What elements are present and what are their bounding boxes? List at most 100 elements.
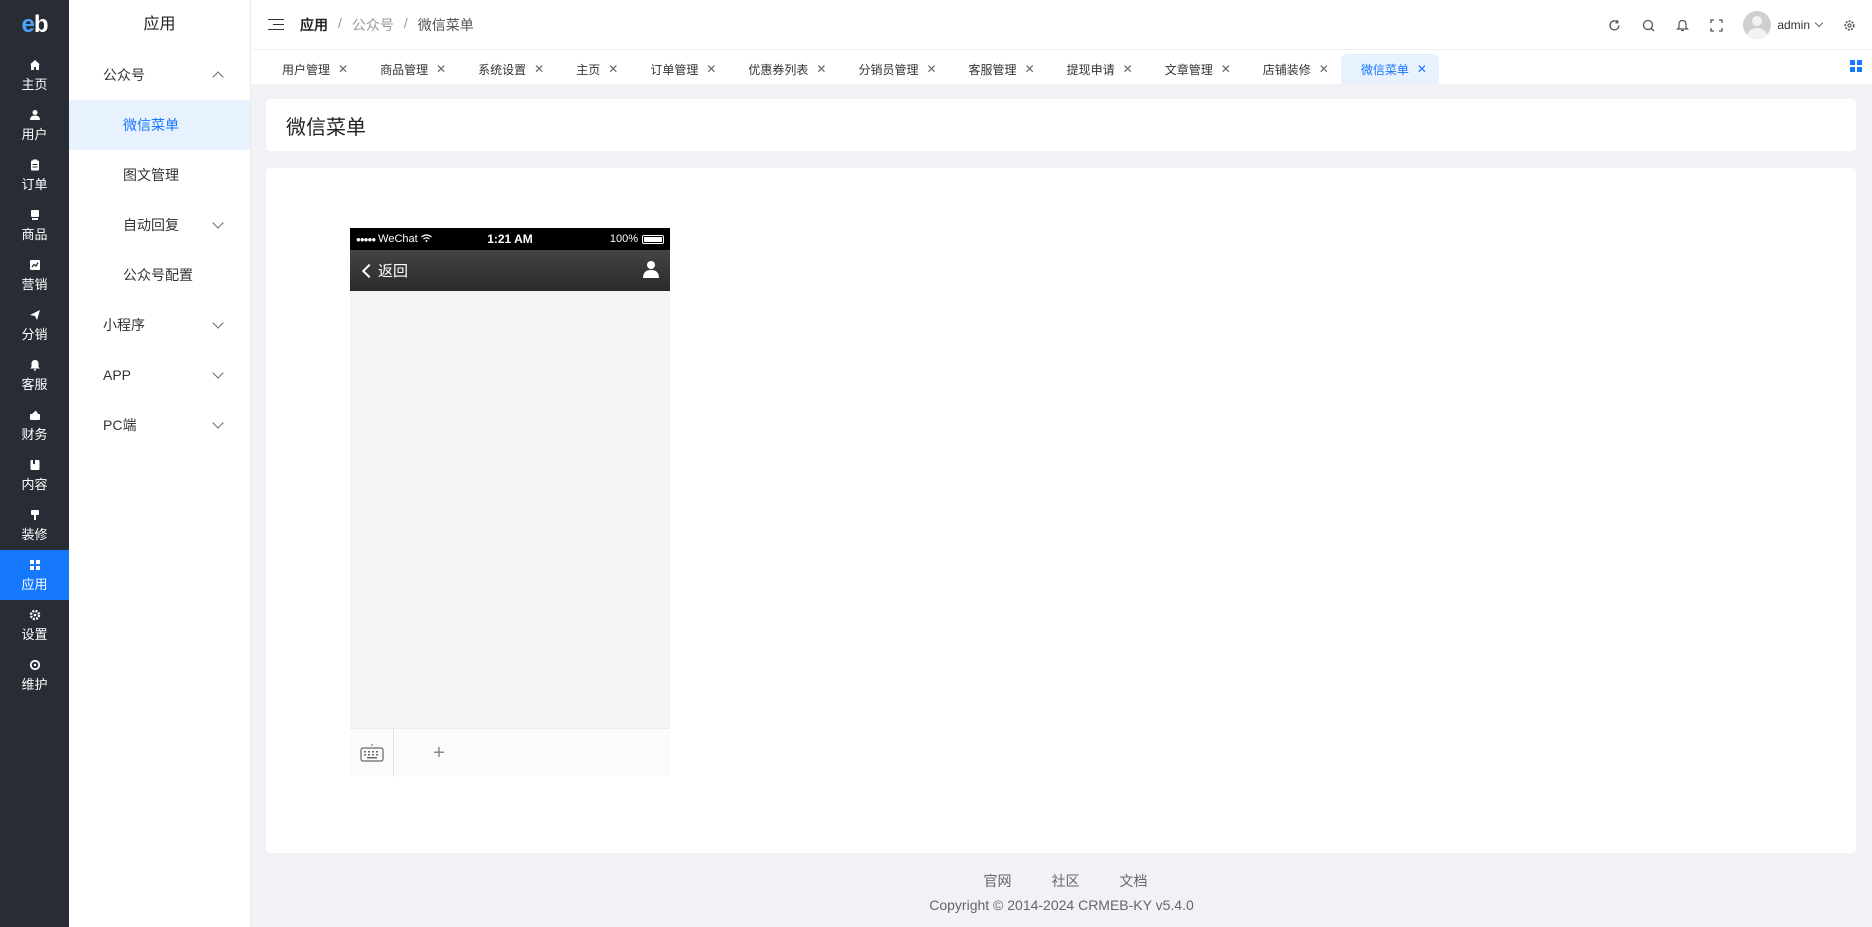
rail-item-finance[interactable]: 财务	[0, 400, 69, 450]
tab-service-management[interactable]: 客服管理 ✕	[949, 54, 1047, 84]
sidebar-item-account-config[interactable]: 公众号配置	[69, 250, 250, 300]
breadcrumb-item: 微信菜单	[417, 16, 474, 33]
sidebar-group-app[interactable]: APP	[69, 350, 250, 400]
settings-gear-icon[interactable]	[1842, 18, 1856, 32]
decorate-icon	[28, 508, 42, 522]
footer-link-docs[interactable]: 文档	[1120, 871, 1148, 891]
rail-label: 应用	[21, 576, 48, 592]
close-icon[interactable]: ✕	[1025, 62, 1035, 76]
footer-link-community[interactable]: 社区	[1052, 871, 1080, 891]
rail-label: 分销	[21, 326, 48, 342]
sidebar-group-label: 小程序	[103, 317, 145, 333]
close-icon[interactable]: ✕	[1123, 62, 1133, 76]
sidebar-item-label: 微信菜单	[123, 117, 179, 133]
chevron-down-icon	[1814, 18, 1824, 28]
rail-label: 维护	[21, 676, 48, 692]
sidebar-group-label: 公众号	[103, 67, 145, 83]
search-icon[interactable]	[1641, 18, 1655, 32]
header-actions: admin	[1607, 0, 1856, 50]
tab-label: 商品管理	[380, 62, 429, 77]
chevron-up-icon	[212, 71, 224, 83]
tab-system-settings[interactable]: 系统设置 ✕	[458, 54, 556, 84]
close-icon[interactable]: ✕	[534, 62, 544, 76]
phone-preview: ●●●●● WeChat 1:21 AM 100% 返回 +	[350, 228, 670, 777]
sidebar-item-auto-reply[interactable]: 自动回复	[69, 200, 250, 250]
sidebar-group-official-account[interactable]: 公众号	[69, 50, 250, 100]
sidebar-item-news-management[interactable]: 图文管理	[69, 150, 250, 200]
close-icon[interactable]: ✕	[1319, 62, 1329, 76]
sidebar-group-pc[interactable]: PC端	[69, 400, 250, 450]
close-icon[interactable]: ✕	[1417, 62, 1427, 76]
icon-rail: eb 主页 用户 订单 商品 营销 分销 客服 财务 内容 装修 应用 设置 维…	[0, 0, 69, 927]
tab-order-management[interactable]: 订单管理 ✕	[630, 54, 728, 84]
tab-article-management[interactable]: 文章管理 ✕	[1145, 54, 1243, 84]
tab-product-management[interactable]: 商品管理 ✕	[360, 54, 458, 84]
back-button[interactable]: 返回	[360, 260, 408, 281]
footer: 官网 社区 文档 Copyright © 2014-2024 CRMEB-KY …	[251, 871, 1872, 913]
rail-item-user[interactable]: 用户	[0, 100, 69, 150]
product-icon	[28, 208, 42, 222]
logo[interactable]: eb	[0, 0, 69, 50]
phone-status-bar: ●●●●● WeChat 1:21 AM 100%	[350, 228, 670, 250]
close-icon[interactable]: ✕	[338, 62, 348, 76]
tab-distributor-management[interactable]: 分销员管理 ✕	[838, 54, 948, 84]
rail-item-product[interactable]: 商品	[0, 200, 69, 250]
secondary-sidebar: 应用 公众号 微信菜单 图文管理 自动回复 公众号配置 小程序 APP PC端	[69, 0, 251, 927]
grid-icon	[28, 558, 42, 572]
breadcrumb-item[interactable]: 公众号	[352, 15, 394, 35]
sidebar-item-label: 图文管理	[123, 167, 179, 183]
carrier-label: WeChat	[378, 233, 418, 245]
rail-label: 营销	[21, 276, 48, 292]
rail-label: 财务	[21, 426, 48, 442]
sidebar-group-mini-program[interactable]: 小程序	[69, 300, 250, 350]
copyright: Copyright © 2014-2024 CRMEB-KY v5.4.0	[929, 897, 1194, 913]
rail-item-distribution[interactable]: 分销	[0, 300, 69, 350]
fullscreen-icon[interactable]	[1709, 18, 1723, 32]
close-icon[interactable]: ✕	[816, 62, 826, 76]
rail-item-marketing[interactable]: 营销	[0, 250, 69, 300]
tab-wechat-menu[interactable]: 微信菜单 ✕	[1340, 54, 1439, 84]
close-icon[interactable]: ✕	[926, 62, 936, 76]
rail-item-home[interactable]: 主页	[0, 50, 69, 100]
tab-store-decoration[interactable]: 店铺装修 ✕	[1243, 54, 1341, 84]
finance-icon	[28, 408, 42, 422]
close-icon[interactable]: ✕	[706, 62, 716, 76]
marketing-icon	[28, 258, 42, 272]
user-menu[interactable]: admin	[1743, 11, 1824, 39]
rail-item-apps[interactable]: 应用	[0, 550, 69, 600]
tab-label: 客服管理	[968, 62, 1017, 77]
rail-item-maintain[interactable]: 维护	[0, 650, 69, 700]
rail-item-order[interactable]: 订单	[0, 150, 69, 200]
page-title: 微信菜单	[286, 116, 366, 139]
collapse-menu-icon[interactable]	[268, 18, 284, 31]
tab-label: 系统设置	[478, 62, 527, 77]
rail-item-settings[interactable]: 设置	[0, 600, 69, 650]
refresh-icon[interactable]	[1607, 18, 1621, 32]
sidebar-item-wechat-menu[interactable]: 微信菜单	[69, 100, 250, 150]
tabs-menu-grid-icon[interactable]	[1850, 60, 1862, 72]
chat-area	[350, 291, 670, 728]
add-menu-button[interactable]: +	[394, 729, 484, 777]
signal-icon: ●●●●●	[356, 234, 376, 244]
breadcrumb-item[interactable]: 应用	[300, 15, 328, 35]
rail-label: 设置	[21, 626, 48, 642]
tab-withdrawal-requests[interactable]: 提现申请 ✕	[1047, 54, 1145, 84]
rail-item-service[interactable]: 客服	[0, 350, 69, 400]
notification-bell-icon[interactable]	[1675, 18, 1689, 32]
tab-home[interactable]: 主页 ✕	[556, 54, 630, 84]
breadcrumb-separator: /	[338, 14, 342, 31]
breadcrumb-separator: /	[403, 14, 408, 31]
rail-item-decorate[interactable]: 装修	[0, 500, 69, 550]
tab-user-management[interactable]: 用户管理 ✕	[262, 54, 360, 84]
close-icon[interactable]: ✕	[1221, 62, 1231, 76]
close-icon[interactable]: ✕	[436, 62, 446, 76]
footer-link-official-site[interactable]: 官网	[984, 871, 1012, 891]
rail-item-content[interactable]: 内容	[0, 450, 69, 500]
keyboard-icon[interactable]	[350, 729, 394, 777]
content-icon	[28, 458, 42, 472]
tab-label: 店铺装修	[1262, 62, 1311, 77]
close-icon[interactable]: ✕	[608, 62, 618, 76]
tab-coupon-list[interactable]: 优惠券列表 ✕	[728, 54, 838, 84]
custom-menu-bar: +	[350, 728, 670, 777]
profile-icon[interactable]	[642, 260, 660, 282]
